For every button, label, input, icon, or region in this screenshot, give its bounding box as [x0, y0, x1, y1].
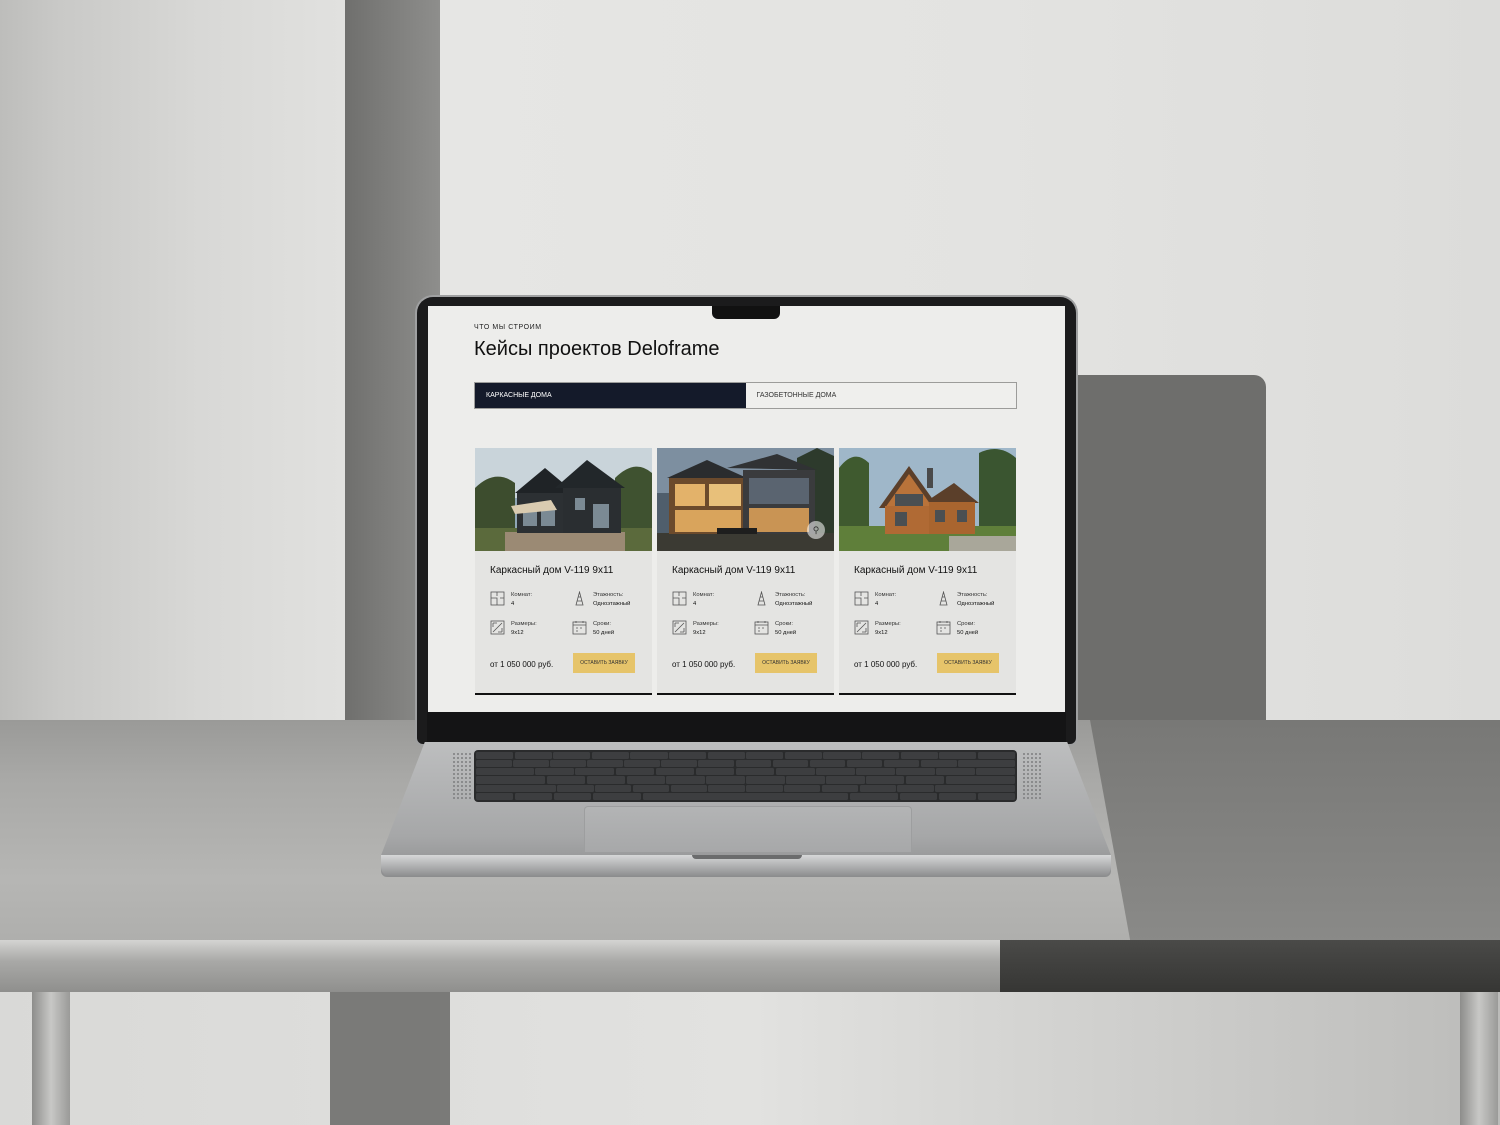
wooden-house-photo[interactable]	[839, 448, 1016, 551]
spec-label: Этажность:	[593, 592, 624, 598]
spec-term: Сроки: 50 дней	[754, 620, 796, 637]
spec-size: Размеры: 9x12	[672, 620, 719, 637]
spec-label: Размеры:	[511, 621, 537, 627]
dimensions-icon	[490, 620, 505, 635]
desk-shadow	[1090, 720, 1500, 945]
tab-aerated-concrete-houses[interactable]: Газобетонные дома	[745, 383, 1016, 408]
spec-value: 9x12	[693, 629, 706, 636]
spec-value: 4	[511, 600, 515, 607]
spec-value: Одноэтажный	[593, 600, 631, 607]
calendar-icon	[754, 621, 769, 635]
laptop-bezel-bottom	[427, 712, 1066, 742]
card-price: от 1 050 000 руб.	[490, 660, 554, 669]
spec-label: Комнат:	[511, 592, 533, 598]
spec-floors: Этажность: Одноэтажный	[572, 591, 630, 608]
zoom-icon[interactable]: ⚲	[807, 521, 825, 539]
spec-value: 50 дней	[593, 629, 615, 636]
spec-size: Размеры: 9x12	[490, 620, 537, 637]
spec-label: Сроки:	[957, 621, 976, 627]
section-title: Кейсы проектов Deloframe	[474, 338, 720, 360]
spec-label: Сроки:	[593, 621, 612, 627]
card-price: от 1 050 000 руб.	[854, 660, 918, 669]
spec-floors: Этажность: Одноэтажный	[754, 591, 812, 608]
spec-value: 4	[693, 600, 697, 607]
request-button[interactable]: Оставить заявку	[937, 653, 999, 673]
floors-icon	[757, 591, 766, 606]
laptop-screen: Что мы строим Кейсы проектов Deloframe К…	[428, 306, 1065, 712]
floorplan-icon	[490, 591, 505, 606]
spec-value: Одноэтажный	[957, 600, 995, 607]
spec-value: 50 дней	[957, 629, 979, 636]
spec-value: Одноэтажный	[775, 600, 813, 607]
spec-value: 50 дней	[775, 629, 797, 636]
floorplan-icon	[854, 591, 869, 606]
spec-value: 9x12	[511, 629, 524, 636]
speaker-grille-left	[452, 752, 472, 800]
trackpad[interactable]	[584, 806, 912, 852]
floors-icon	[575, 591, 584, 606]
spec-term: Сроки: 50 дней	[936, 620, 978, 637]
spec-label: Комнат:	[693, 592, 715, 598]
dimensions-icon	[672, 620, 687, 635]
spec-label: Этажность:	[775, 592, 806, 598]
card-title: Каркасный дом V-119 9x11	[490, 565, 614, 576]
spec-size: Размеры: 9x12	[854, 620, 901, 637]
spec-floors: Этажность: Одноэтажный	[936, 591, 994, 608]
desk-leg-right	[1460, 992, 1498, 1125]
tab-frame-houses[interactable]: Каркасные дома	[475, 383, 746, 408]
calendar-icon	[936, 621, 951, 635]
spec-label: Сроки:	[775, 621, 794, 627]
project-card[interactable]: Каркасный дом V-119 9x11 Комнат: 4 Этажно…	[475, 448, 652, 695]
calendar-icon	[572, 621, 587, 635]
dark-frame-house-photo[interactable]	[475, 448, 652, 551]
spec-term: Сроки: 50 дней	[572, 620, 614, 637]
spec-rooms: Комнат: 4	[490, 591, 532, 608]
card-price: от 1 050 000 руб.	[672, 660, 736, 669]
floors-icon	[939, 591, 948, 606]
project-card[interactable]: ⚲ Каркасный дом V-119 9x11 Комнат: 4 Этаж…	[657, 448, 834, 695]
category-tabs: Каркасные дома Газобетонные дома	[474, 382, 1017, 409]
modern-glass-house-photo[interactable]: ⚲	[657, 448, 834, 551]
spec-label: Размеры:	[875, 621, 901, 627]
request-button[interactable]: Оставить заявку	[755, 653, 817, 673]
card-title: Каркасный дом V-119 9x11	[672, 565, 796, 576]
floorplan-icon	[672, 591, 687, 606]
spec-rooms: Комнат: 4	[854, 591, 896, 608]
dimensions-icon	[854, 620, 869, 635]
project-cards: Каркасный дом V-119 9x11 Комнат: 4 Этажно…	[475, 448, 1018, 695]
laptop-shadow	[1060, 375, 1266, 725]
under-desk-shadow	[330, 992, 450, 1125]
lid-opening-notch	[692, 855, 802, 859]
spec-label: Этажность:	[957, 592, 988, 598]
spec-value: 4	[875, 600, 879, 607]
spec-label: Комнат:	[875, 592, 897, 598]
spec-value: 9x12	[875, 629, 888, 636]
speaker-grille-right	[1022, 752, 1042, 800]
spec-rooms: Комнат: 4	[672, 591, 714, 608]
spec-label: Размеры:	[693, 621, 719, 627]
camera-notch	[712, 306, 780, 319]
projects-section: Что мы строим Кейсы проектов Deloframe К…	[428, 306, 1065, 712]
card-title: Каркасный дом V-119 9x11	[854, 565, 978, 576]
desk-leg-left	[32, 992, 70, 1125]
under-desk	[0, 992, 1500, 1125]
project-card[interactable]: Каркасный дом V-119 9x11 Комнат: 4 Этажно…	[839, 448, 1016, 695]
section-eyebrow: Что мы строим	[474, 324, 542, 331]
request-button[interactable]: Оставить заявку	[573, 653, 635, 673]
desk-edge-shadow	[1000, 940, 1500, 992]
keyboard[interactable]	[474, 750, 1017, 802]
